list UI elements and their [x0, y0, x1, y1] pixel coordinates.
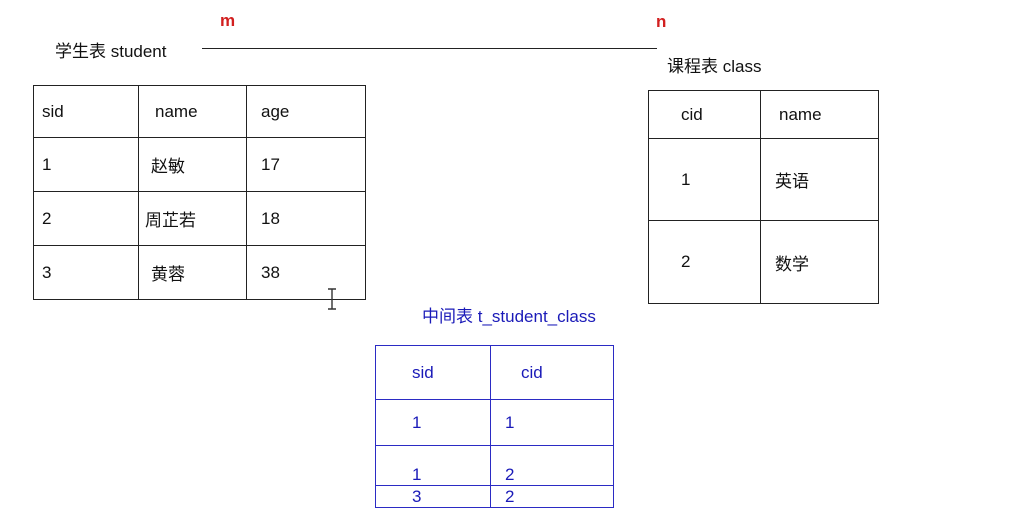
table-cell: 2 [648, 220, 761, 304]
relationship-line [202, 48, 657, 49]
table-cell: 1 [648, 138, 761, 221]
junction-table: sid cid 1 1 1 2 3 2 [375, 345, 614, 508]
column-header: cid [648, 90, 761, 139]
table-row: 3 2 [375, 485, 614, 508]
table-cell: 1 [375, 399, 491, 446]
column-header: name [138, 85, 247, 138]
table-cell: 38 [246, 245, 366, 300]
multiplicity-m: m [220, 11, 236, 30]
table-cell: 2 [490, 445, 614, 486]
table-cell: 1 [375, 445, 491, 486]
table-row: 1 2 [375, 445, 614, 486]
table-row: 2 周芷若 18 [33, 191, 366, 246]
student-table: sid name age 1 赵敏 17 2 周芷若 18 3 黄蓉 38 [33, 85, 366, 300]
table-cell: 2 [33, 191, 139, 246]
table-cell: 3 [33, 245, 139, 300]
table-header-row: sid cid [375, 345, 614, 400]
table-cell: 1 [33, 137, 139, 192]
table-cell: 数学 [760, 220, 879, 304]
column-header: name [760, 90, 879, 139]
table-cell: 18 [246, 191, 366, 246]
column-header: sid [33, 85, 139, 138]
junction-table-title: 中间表 t_student_class [422, 307, 596, 326]
table-row: 1 赵敏 17 [33, 137, 366, 192]
table-row: 2 数学 [648, 220, 879, 304]
table-cell: 2 [490, 485, 614, 508]
multiplicity-n: n [656, 12, 667, 31]
student-table-title: 学生表 student [55, 42, 167, 61]
table-cell: 英语 [760, 138, 879, 221]
table-header-row: sid name age [33, 85, 366, 138]
table-cell: 黄蓉 [138, 245, 247, 300]
table-cell: 周芷若 [138, 191, 247, 246]
table-cell: 赵敏 [138, 137, 247, 192]
table-cell: 1 [490, 399, 614, 446]
table-row: 3 黄蓉 38 [33, 245, 366, 300]
class-table: cid name 1 英语 2 数学 [648, 90, 879, 304]
table-header-row: cid name [648, 90, 879, 139]
class-table-title: 课程表 class [667, 57, 762, 76]
column-header: cid [490, 345, 614, 400]
table-cell: 17 [246, 137, 366, 192]
table-cell: 3 [375, 485, 491, 508]
column-header: sid [375, 345, 491, 400]
table-row: 1 英语 [648, 138, 879, 221]
text-cursor-icon [328, 288, 336, 310]
column-header: age [246, 85, 366, 138]
table-row: 1 1 [375, 399, 614, 446]
